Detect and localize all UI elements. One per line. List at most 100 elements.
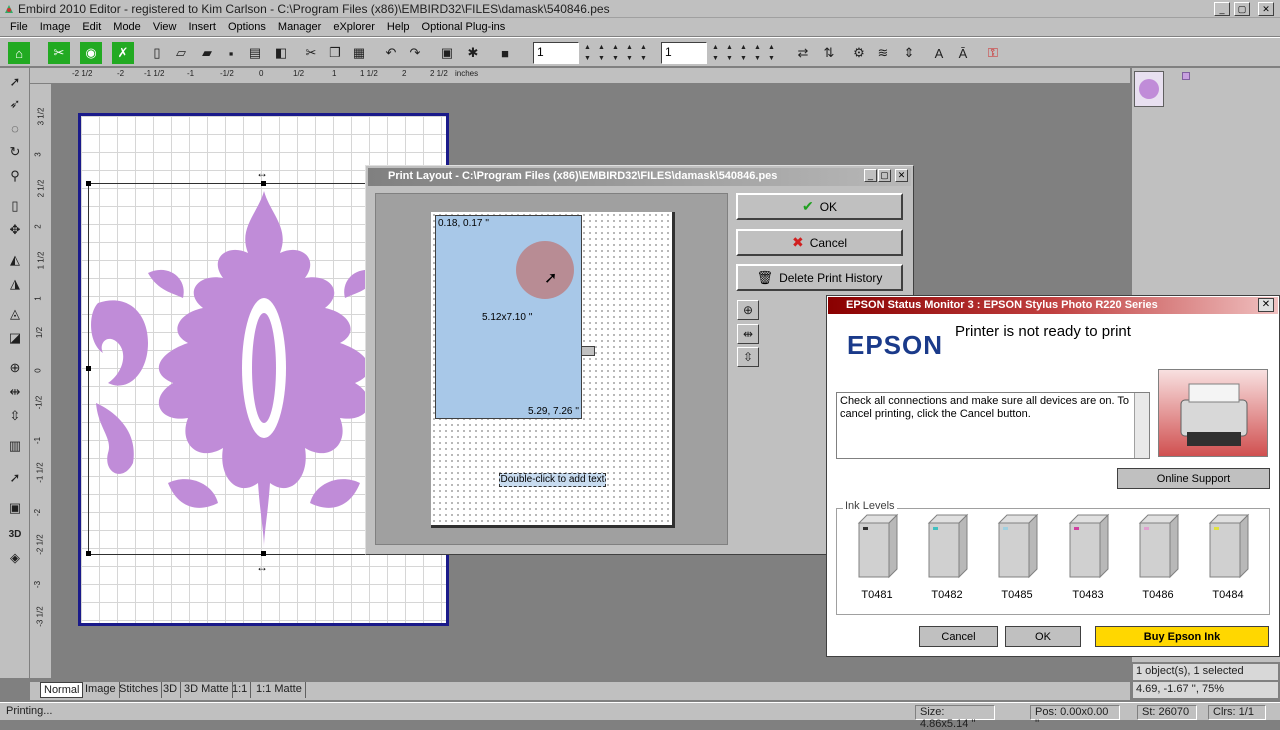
center-icon[interactable]: ⊕ bbox=[5, 358, 25, 378]
dialog-minimize-button[interactable]: _ bbox=[864, 169, 877, 182]
spin-2-step5-icon[interactable]: ▲ ▼ bbox=[766, 42, 777, 64]
menu-mode[interactable]: Mode bbox=[107, 21, 147, 33]
print-icon[interactable]: ▤ bbox=[244, 42, 266, 64]
undo-icon[interactable]: ↶ bbox=[380, 42, 402, 64]
pointer-icon[interactable]: ➚ bbox=[5, 468, 25, 488]
design-thumbnail[interactable] bbox=[1134, 71, 1164, 107]
menu-explorer[interactable]: eXplorer bbox=[327, 21, 381, 33]
open-file-icon[interactable]: ▱ bbox=[170, 42, 192, 64]
menu-options[interactable]: Options bbox=[222, 21, 272, 33]
font-icon[interactable]: A bbox=[928, 42, 950, 64]
epson-cancel-button[interactable]: Cancel bbox=[919, 626, 998, 647]
zoom-1to1-icon[interactable]: ▣ bbox=[436, 42, 458, 64]
status-message[interactable]: Check all connections and make sure all … bbox=[836, 392, 1150, 459]
rotate-icon[interactable]: ↻ bbox=[5, 142, 25, 162]
spin-input-2[interactable]: 1 bbox=[661, 42, 707, 64]
resize-handle[interactable] bbox=[86, 181, 91, 186]
menu-file[interactable]: File bbox=[4, 21, 34, 33]
cut-icon[interactable]: ✂ bbox=[300, 42, 322, 64]
menu-help[interactable]: Help bbox=[381, 21, 416, 33]
menu-optional-plugins[interactable]: Optional Plug-ins bbox=[416, 21, 512, 33]
buy-epson-ink-button[interactable]: Buy Epson Ink bbox=[1095, 626, 1269, 647]
move-icon[interactable]: ✥ bbox=[5, 220, 25, 240]
drag-handle[interactable] bbox=[581, 346, 595, 356]
center-icon[interactable]: ⊕ bbox=[737, 300, 759, 320]
center-v-icon[interactable]: ⇳ bbox=[5, 406, 25, 426]
tab-3d[interactable]: 3D bbox=[160, 682, 182, 698]
spin-2-step2-icon[interactable]: ▲ ▼ bbox=[724, 42, 735, 64]
dialog-maximize-button[interactable]: ▢ bbox=[878, 169, 891, 182]
center-v-icon[interactable]: ⇳ bbox=[737, 347, 759, 367]
maximize-button[interactable]: ▢ bbox=[1234, 2, 1250, 16]
tool-green-2-icon[interactable]: ✗ bbox=[112, 42, 134, 64]
resize-handle[interactable] bbox=[86, 366, 91, 371]
menu-view[interactable]: View bbox=[147, 21, 183, 33]
online-support-button[interactable]: Online Support bbox=[1117, 468, 1270, 489]
epson-close-button[interactable]: ✕ bbox=[1258, 298, 1274, 312]
menu-image[interactable]: Image bbox=[34, 21, 77, 33]
print-preview-icon[interactable]: ◧ bbox=[270, 42, 292, 64]
spin-1-step3-icon[interactable]: ▲ ▼ bbox=[610, 42, 621, 64]
zoom-icon[interactable]: ⚲ bbox=[5, 166, 25, 186]
spin-1-step4-icon[interactable]: ▲ ▼ bbox=[624, 42, 635, 64]
color-swatch[interactable] bbox=[1182, 72, 1190, 80]
resize-arrow-icon[interactable]: ↔ bbox=[256, 560, 268, 574]
save-icon[interactable]: ▪ bbox=[220, 42, 242, 64]
spin-2-step4-icon[interactable]: ▲ ▼ bbox=[752, 42, 763, 64]
tab-1to1-matte[interactable]: 1:1 Matte bbox=[253, 682, 306, 698]
page-icon[interactable]: ▯ bbox=[5, 196, 25, 216]
spin-1-step2-icon[interactable]: ▲ ▼ bbox=[596, 42, 607, 64]
resize-arrow-icon[interactable]: ↔ bbox=[256, 166, 268, 180]
manager-icon[interactable]: ⌂ bbox=[8, 42, 30, 64]
tab-3d-matte[interactable]: 3D Matte bbox=[181, 682, 233, 698]
new-file-icon[interactable]: ▯ bbox=[146, 42, 168, 64]
message-scrollbar[interactable] bbox=[1134, 393, 1149, 458]
measure-icon[interactable]: ⇕ bbox=[898, 42, 920, 64]
resize-handle[interactable] bbox=[261, 181, 266, 186]
node-select-icon[interactable]: ➶ bbox=[5, 94, 25, 114]
ok-button[interactable]: ✔ OK bbox=[736, 193, 903, 220]
settings-icon[interactable]: ⚙ bbox=[848, 42, 870, 64]
spin-input-1[interactable]: 1 bbox=[533, 42, 579, 64]
epson-ok-button[interactable]: OK bbox=[1005, 626, 1081, 647]
minimize-button[interactable]: _ bbox=[1214, 2, 1230, 16]
lasso-icon[interactable]: ◌ bbox=[5, 118, 25, 138]
open-folder-icon[interactable]: ▰ bbox=[196, 42, 218, 64]
dialog-close-button[interactable]: ✕ bbox=[895, 169, 908, 182]
grid-icon[interactable]: ▥ bbox=[5, 436, 25, 456]
menu-manager[interactable]: Manager bbox=[272, 21, 327, 33]
frame-icon[interactable]: ▣ bbox=[5, 498, 25, 518]
center-h-icon[interactable]: ⇹ bbox=[5, 382, 25, 402]
select-arrow-icon[interactable]: ➚ bbox=[5, 72, 25, 92]
center-h-icon[interactable]: ⇹ bbox=[737, 324, 759, 344]
paste-icon[interactable]: ▦ bbox=[348, 42, 370, 64]
tool-green-1-icon[interactable]: ✂ bbox=[48, 42, 70, 64]
3d-icon[interactable]: 3D bbox=[5, 524, 25, 544]
tab-normal[interactable]: Normal bbox=[40, 682, 84, 698]
redo-icon[interactable]: ↷ bbox=[404, 42, 426, 64]
distribute-icon[interactable]: ⇅ bbox=[818, 42, 840, 64]
menu-edit[interactable]: Edit bbox=[76, 21, 107, 33]
spin-2-step3-icon[interactable]: ▲ ▼ bbox=[738, 42, 749, 64]
skew2-icon[interactable]: ◪ bbox=[5, 328, 25, 348]
tab-stitches[interactable]: Stitches bbox=[116, 682, 163, 698]
resize-handle[interactable] bbox=[261, 551, 266, 556]
mirror-v-icon[interactable]: ◮ bbox=[5, 274, 25, 294]
fit-icon[interactable]: ✱ bbox=[462, 42, 484, 64]
close-button[interactable]: ✕ bbox=[1258, 2, 1274, 16]
camera-icon[interactable]: ◉ bbox=[80, 42, 102, 64]
copy-icon[interactable]: ❐ bbox=[324, 42, 346, 64]
stitch-icon[interactable]: ≋ bbox=[872, 42, 894, 64]
delete-print-history-button[interactable]: 🗑 Delete Print History bbox=[736, 264, 903, 291]
tab-1to1[interactable]: 1:1 bbox=[229, 682, 252, 698]
cancel-button[interactable]: ✖ Cancel bbox=[736, 229, 903, 256]
skew-icon[interactable]: ◬ bbox=[5, 304, 25, 324]
key-icon[interactable]: ⚿ bbox=[982, 42, 1004, 64]
resize-handle[interactable] bbox=[86, 551, 91, 556]
hoop-icon[interactable]: ◈ bbox=[5, 548, 25, 568]
align-icon[interactable]: ⇄ bbox=[792, 42, 814, 64]
add-text-hint[interactable]: Double-click to add text bbox=[499, 473, 606, 487]
tab-image[interactable]: Image bbox=[82, 682, 120, 698]
spin-1-step-icon[interactable]: ▲ ▼ bbox=[582, 42, 593, 64]
spin-1-step5-icon[interactable]: ▲ ▼ bbox=[638, 42, 649, 64]
